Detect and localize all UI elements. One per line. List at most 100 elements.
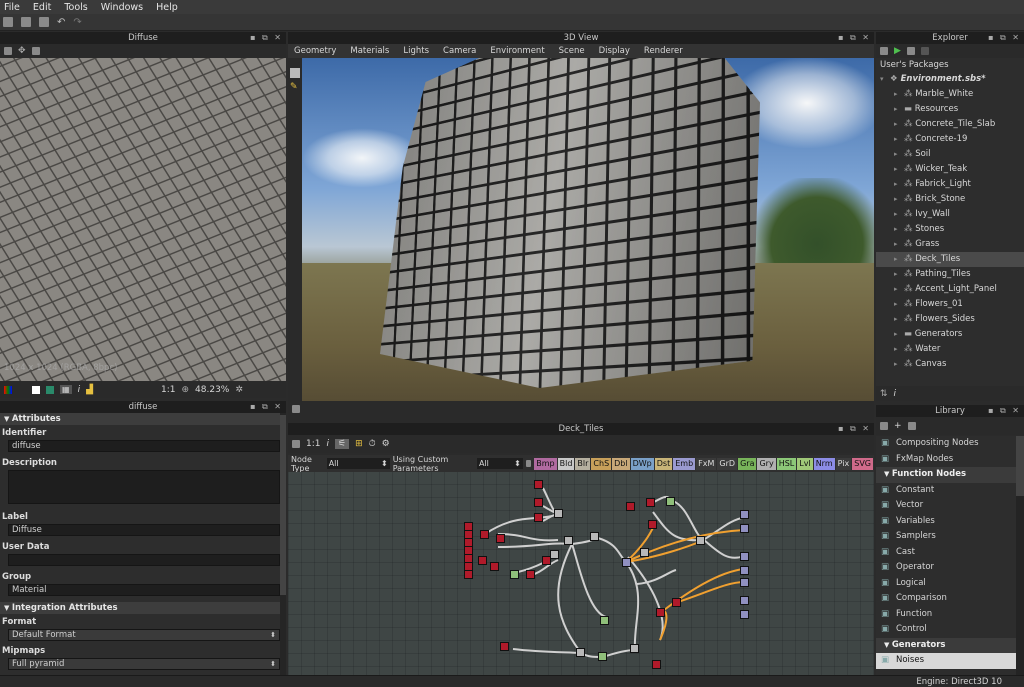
save-package-icon[interactable] (907, 47, 915, 55)
graph-node[interactable] (600, 616, 609, 625)
explorer-item[interactable]: ▸ ⁂ Flowers_01 (876, 297, 1024, 312)
sun-icon[interactable]: ✲ (235, 385, 243, 395)
zoom-value[interactable]: 48.23% (195, 385, 229, 395)
white-channel-icon[interactable] (32, 386, 40, 394)
node-filter-chip[interactable]: DWp (631, 458, 654, 470)
info-icon[interactable]: i (326, 439, 329, 449)
panel-controls[interactable]: ▪ ⧉ ✕ (838, 423, 871, 435)
graph-node[interactable] (550, 550, 559, 559)
expand-arrow-icon[interactable]: ▸ (894, 342, 904, 357)
expand-arrow-icon[interactable]: ▸ (894, 207, 904, 222)
node-filter-chip[interactable]: Gry (757, 458, 775, 470)
expand-arrow-icon[interactable]: ▸ (894, 297, 904, 312)
library-item[interactable]: ▣ Cast (876, 545, 1016, 561)
explorer-item[interactable]: ▸ ⁂ Deck_Tiles (876, 252, 1024, 267)
integration-section-header[interactable]: ▼ Integration Attributes (0, 602, 286, 614)
camera-mode-icon[interactable] (290, 68, 300, 78)
grid-icon[interactable]: ⊞ (355, 439, 363, 449)
expand-arrow-icon[interactable]: ▸ (894, 327, 904, 342)
explorer-item[interactable]: ▸ ⁂ Concrete-19 (876, 132, 1024, 147)
explorer-item[interactable]: ▸ ⁂ Water (876, 342, 1024, 357)
node-filter-chip[interactable]: Lvl (797, 458, 812, 470)
node-filter-chip[interactable]: Pix (836, 458, 852, 470)
graph-node[interactable] (740, 566, 749, 575)
panel-controls[interactable]: ▪ ⧉ ✕ (988, 405, 1021, 417)
library-item[interactable]: ▣ Operator (876, 560, 1016, 576)
crosshair-icon[interactable]: ✥ (18, 46, 26, 56)
graph-canvas[interactable] (288, 472, 874, 675)
node-type-select[interactable]: All ⬍ (327, 458, 390, 469)
open-folder-icon[interactable] (21, 17, 31, 27)
scrollbar-thumb[interactable] (1016, 436, 1024, 496)
menu-edit[interactable]: Edit (33, 2, 51, 13)
expand-arrow-icon[interactable]: ▸ (894, 102, 904, 117)
menu-help[interactable]: Help (156, 2, 178, 13)
menu-scene[interactable]: Scene (559, 46, 585, 56)
expand-arrow-icon[interactable]: ▸ (894, 222, 904, 237)
node-filter-chip[interactable]: Gra (738, 458, 756, 470)
expand-arrow-icon[interactable]: ▸ (894, 162, 904, 177)
explorer-item[interactable]: ▸ ⁂ Wicker_Teak (876, 162, 1024, 177)
expand-arrow-icon[interactable]: ▸ (894, 357, 904, 372)
identifier-field[interactable]: diffuse (8, 440, 280, 452)
explorer-item[interactable]: ▸ ⁂ Concrete_Tile_Slab (876, 117, 1024, 132)
panel-controls[interactable]: ▪ ⧉ ✕ (838, 32, 871, 44)
expand-arrow-icon[interactable]: ▸ (894, 117, 904, 132)
graph-node[interactable] (740, 596, 749, 605)
save-icon[interactable] (39, 17, 49, 27)
graph-node[interactable] (534, 498, 543, 507)
diffuse-viewport[interactable]: 1024 x 1024 (RGBA, 8bpc) (0, 58, 286, 381)
label-field[interactable]: Diffuse (8, 524, 280, 536)
expand-arrow-icon[interactable]: ▸ (894, 282, 904, 297)
explorer-item[interactable]: ▸ ⁂ Grass (876, 237, 1024, 252)
menu-display[interactable]: Display (599, 46, 630, 56)
graph-node[interactable] (534, 513, 543, 522)
image-icon[interactable] (32, 47, 40, 55)
info-icon[interactable]: i (894, 389, 897, 399)
panel-controls[interactable]: ▪ ⧉ ✕ (250, 401, 283, 413)
filter-icon[interactable] (526, 460, 531, 467)
graph-node[interactable] (534, 480, 543, 489)
library-item[interactable]: ▣ Control (876, 622, 1016, 638)
expand-arrow-icon[interactable]: ▸ (894, 237, 904, 252)
histogram-icon[interactable]: ▟ (86, 385, 93, 395)
graph-ratio[interactable]: 1:1 (306, 439, 320, 449)
node-filter-chip[interactable]: Dst (655, 458, 672, 470)
explorer-item[interactable]: ▸ ▬ Resources (876, 102, 1024, 117)
graph-node[interactable] (564, 536, 573, 545)
library-item[interactable]: ▣ Vector (876, 498, 1016, 514)
explorer-item[interactable]: ▸ ⁂ Flowers_Sides (876, 312, 1024, 327)
node-filter-chip[interactable]: FxM (696, 458, 716, 470)
graph-node[interactable] (652, 660, 661, 669)
custom-params-select[interactable]: All ⬍ (477, 458, 523, 469)
explorer-item[interactable]: ▸ ⁂ Ivy_Wall (876, 207, 1024, 222)
expand-arrow-icon[interactable]: ▸ (894, 312, 904, 327)
graph-node[interactable] (500, 642, 509, 651)
explorer-item[interactable]: ▸ ▬ Generators (876, 327, 1024, 342)
expand-arrow-icon[interactable]: ▸ (894, 87, 904, 102)
explorer-item[interactable]: ▸ ⁂ Canvas (876, 357, 1024, 372)
publish-icon[interactable] (921, 47, 929, 55)
node-filter-chip[interactable]: ChS (591, 458, 611, 470)
attributes-scrollbar[interactable] (280, 413, 286, 675)
graph-node[interactable] (576, 648, 585, 657)
node-filter-chip[interactable]: Emb (673, 458, 695, 470)
library-section-header[interactable]: ▼ Generators (876, 638, 1016, 654)
add-icon[interactable]: + (894, 421, 902, 431)
library-section-header[interactable]: ▼ Function Nodes (876, 467, 1016, 483)
menu-materials[interactable]: Materials (350, 46, 389, 56)
graph-node[interactable] (480, 530, 489, 539)
rgb-icon[interactable] (4, 386, 12, 394)
graph-node[interactable] (740, 524, 749, 533)
userdata-field[interactable] (8, 554, 280, 566)
explorer-item[interactable]: ▸ ⁂ Stones (876, 222, 1024, 237)
graph-node[interactable] (640, 548, 649, 557)
graph-node[interactable] (496, 534, 505, 543)
timer-icon[interactable]: ⏱ (369, 439, 376, 449)
graph-node[interactable] (740, 610, 749, 619)
panel-controls[interactable]: ▪ ⧉ ✕ (250, 32, 283, 44)
node-filter-chip[interactable]: Dbl (612, 458, 629, 470)
node-filter-chip[interactable]: HSL (777, 458, 797, 470)
graph-node[interactable] (740, 510, 749, 519)
graph-node[interactable] (656, 608, 665, 617)
